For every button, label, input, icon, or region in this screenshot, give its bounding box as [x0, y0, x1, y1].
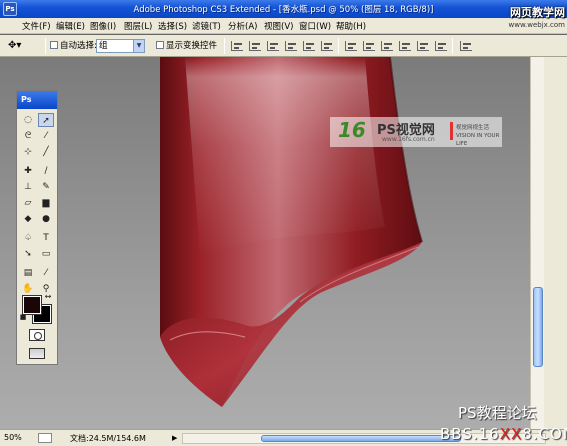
move-icon[interactable]: ➚ [38, 113, 54, 127]
status-nav-icon[interactable] [38, 433, 52, 443]
brush-icon[interactable]: ∕ [38, 164, 54, 178]
distribute-left-icon[interactable] [399, 41, 411, 51]
auto-select-option[interactable]: 自动选择: [50, 39, 97, 53]
menu-edit[interactable]: 编辑(E) [56, 20, 85, 32]
healing-icon[interactable]: ✚ [20, 164, 36, 178]
logo-mark: 16 [338, 118, 366, 142]
show-transform-label: 显示变换控件 [166, 41, 218, 51]
watermark-bottom-b: XX [499, 425, 523, 443]
auto-select-label: 自动选择: [60, 41, 97, 51]
type-icon[interactable]: T [38, 231, 54, 245]
slice-icon[interactable]: ╱ [38, 145, 54, 159]
notes-icon[interactable]: ▤ [20, 266, 36, 280]
watermark-bottom-line2: BBS.16XX8.COM [440, 425, 567, 443]
lasso-icon[interactable]: ᘓ [20, 129, 36, 143]
default-colors-icon[interactable]: ■ [19, 313, 27, 321]
tools-panel: Ps ◌ ➚ ᘓ ⁄ ⊹ ╱ ✚ ∕ ⊥ ✎ ▱ ▆ ◆ ● ♤ T ➘ ▭ ▤… [16, 90, 58, 365]
document-size: 文档:24.5M/154.6M [70, 434, 146, 443]
zoom-level[interactable]: 50% [4, 433, 22, 442]
watermark-bottom-c: 8.COM [522, 425, 567, 443]
menu-window[interactable]: 窗口(W) [299, 20, 331, 32]
menu-bar: 文件(F) 编辑(E) 图像(I) 图层(L) 选择(S) 滤镜(T) 分析(A… [0, 6, 567, 34]
vertical-scrollbar[interactable] [530, 57, 544, 429]
menu-select[interactable]: 选择(S) [158, 20, 187, 32]
tools-panel-header[interactable]: Ps [17, 91, 57, 109]
crop-icon[interactable]: ⊹ [20, 145, 36, 159]
hand-icon[interactable]: ✋ [20, 282, 36, 296]
quick-mask-icon[interactable] [29, 329, 45, 341]
magic-wand-icon[interactable]: ⁄ [38, 129, 54, 143]
window-title: Adobe Photoshop CS3 Extended - [香水瓶.psd … [133, 5, 434, 15]
dodge-icon[interactable]: ● [38, 212, 54, 226]
options-bar: ✥▾ 自动选择: 组 ▼ 显示变换控件 [0, 35, 567, 57]
watermark-bottom-a: BBS.16 [440, 425, 500, 443]
gradient-icon[interactable]: ▆ [38, 196, 54, 210]
photoshop-window: Ps Adobe Photoshop CS3 Extended - [香水瓶.p… [0, 0, 567, 446]
menu-help[interactable]: 帮助(H) [336, 20, 366, 32]
screen-mode-icon[interactable] [29, 348, 45, 359]
foreground-color-swatch[interactable] [22, 295, 42, 315]
align-left-icon[interactable] [285, 41, 297, 51]
menu-image[interactable]: 图像(I) [90, 20, 116, 32]
watermark-top-site: www.webjx.com [508, 21, 566, 29]
logo-divider [450, 122, 453, 140]
horizontal-scroll-thumb[interactable] [261, 435, 461, 442]
distribute-bottom-icon[interactable] [381, 41, 393, 51]
path-select-icon[interactable]: ➘ [20, 247, 36, 261]
menu-filter[interactable]: 滤镜(T) [192, 20, 221, 32]
auto-select-value: 组 [99, 41, 108, 51]
align-right-icon[interactable] [321, 41, 333, 51]
menu-layer[interactable]: 图层(L) [124, 20, 152, 32]
distribute-vcenter-icon[interactable] [363, 41, 375, 51]
align-vcenter-icon[interactable] [249, 41, 261, 51]
vertical-scroll-thumb[interactable] [533, 287, 543, 367]
watermark-top: 网页教学网 www.webjx.com [499, 4, 566, 32]
stamp-icon[interactable]: ⊥ [20, 180, 36, 194]
perfume-bottle-artwork [160, 57, 423, 407]
eyedropper-icon[interactable]: ⁄ [38, 266, 54, 280]
align-hcenter-icon[interactable] [303, 41, 315, 51]
align-top-icon[interactable] [231, 41, 243, 51]
options-separator [224, 38, 225, 54]
ps-logo-overlay: 16 PS视觉网 www.16fs.com.cn 视觉网视生活 VISION I… [330, 117, 502, 147]
blur-icon[interactable]: ◆ [20, 212, 36, 226]
title-bar: Ps Adobe Photoshop CS3 Extended - [香水瓶.p… [0, 0, 567, 18]
move-tool-preset-icon[interactable]: ✥▾ [8, 39, 21, 53]
eraser-icon[interactable]: ▱ [20, 196, 36, 210]
logo-url: www.16fs.com.cn [382, 136, 435, 143]
status-menu-arrow-icon[interactable]: ▶ [172, 434, 177, 442]
shape-icon[interactable]: ▭ [38, 247, 54, 261]
options-separator [338, 38, 339, 54]
show-transform-option[interactable]: 显示变换控件 [156, 39, 217, 53]
swap-colors-icon[interactable]: ↔ [43, 292, 53, 302]
auto-align-layers-icon[interactable] [460, 41, 472, 51]
document-canvas[interactable]: 16 PS视觉网 www.16fs.com.cn 视觉网视生活 VISION I… [0, 57, 530, 429]
options-separator [45, 38, 46, 54]
show-transform-checkbox[interactable] [156, 41, 164, 49]
menu-view[interactable]: 视图(V) [264, 20, 293, 32]
marquee-icon[interactable]: ◌ [20, 113, 36, 127]
logo-slogan: 视觉网视生活 VISION IN YOUR LIFE [456, 124, 502, 148]
distribute-right-icon[interactable] [435, 41, 447, 51]
watermark-top-title: 网页教学网 [510, 6, 565, 19]
menu-analysis[interactable]: 分析(A) [228, 20, 257, 32]
logo-slogan-line2: VISION IN YOUR LIFE [456, 133, 500, 147]
watermark-bottom-line1: PS教程论坛 [458, 404, 537, 422]
auto-select-checkbox[interactable] [50, 41, 58, 49]
distribute-hcenter-icon[interactable] [417, 41, 429, 51]
panel-dock-strip [544, 57, 567, 429]
auto-select-dropdown[interactable]: 组 ▼ [96, 39, 145, 53]
history-brush-icon[interactable]: ✎ [38, 180, 54, 194]
options-separator [452, 38, 453, 54]
chevron-down-icon[interactable]: ▼ [133, 40, 144, 52]
distribute-top-icon[interactable] [345, 41, 357, 51]
pen-icon[interactable]: ♤ [20, 231, 36, 245]
align-bottom-icon[interactable] [267, 41, 279, 51]
menu-file[interactable]: 文件(F) [22, 20, 51, 32]
logo-slogan-line1: 视觉网视生活 [456, 125, 490, 131]
